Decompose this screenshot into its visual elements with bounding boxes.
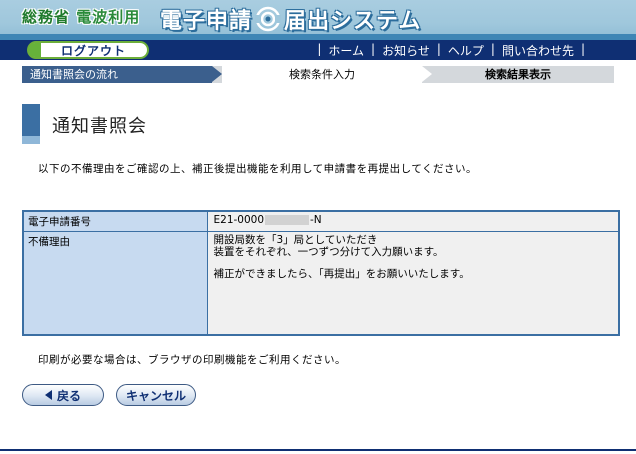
nav-links: | ホーム | お知らせ | ヘルプ | 問い合わせ先 | [310,42,592,59]
step-search-results: 検索結果表示 [485,68,551,81]
instruction-text: 以下の不備理由をご確認の上、補正後提出機能を利用して申請書を再提出してください。 [38,163,478,175]
application-number-value: E21-0000 -N [206,210,620,232]
table-row: 不備理由 開設局数を「3」局としていただき 装置をそれぞれ、一つずつ分けて入力願… [22,231,620,335]
page-title: 通知書照会 [52,116,147,137]
title-marker-accent [22,136,40,144]
deficiency-reason-label: 不備理由 [22,231,208,335]
title-marker-icon [22,104,40,136]
back-button-label: 戻る [56,388,81,403]
radio-use-label: 電波利用 [76,8,141,26]
reason-spacer [214,258,613,268]
application-number-suffix: -N [310,214,322,226]
ministry-name: 総務省 [22,8,71,26]
deficiency-reason-value: 開設局数を「3」局としていただき 装置をそれぞれ、一つずつ分けて入力願います。 … [206,231,620,335]
header-banner: 総務省 電波利用 電子申請 届出システム [0,0,636,40]
system-logo: 電子申請 届出システム [160,3,421,35]
cancel-button-label: キャンセル [125,388,186,403]
nav-separator: | [371,42,376,56]
ministry-logo: 総務省 電波利用 [22,6,140,27]
step-search-input: 検索条件入力 [222,66,422,83]
notice-detail-table: 電子申請番号 E21-0000 -N 不備理由 開設局数を「3」局としていただき … [22,210,620,336]
step-arrow [604,66,614,82]
progress-steps: 通知書照会の流れ 検索条件入力 検索結果表示 [22,66,620,83]
nav-separator: | [436,42,441,56]
reason-line: 装置をそれぞれ、一つずつ分けて入力願います。 [213,246,444,258]
nav-separator: | [317,42,322,56]
logout-button[interactable]: ログアウト [27,41,149,59]
logo-text-part2: 届出システム [284,9,422,34]
nav-link-home[interactable]: ホーム [328,42,364,59]
table-row: 電子申請番号 E21-0000 -N [22,210,620,232]
triangle-left-icon [44,390,52,400]
step-arrow [422,66,432,82]
step-flow-label: 通知書照会の流れ [22,66,212,83]
footer-rule [0,449,636,451]
step-arrow [212,66,222,82]
logout-marker-icon [29,43,41,57]
masked-number [265,215,310,225]
print-note: 印刷が必要な場合は、ブラウザの印刷機能をご利用ください。 [38,354,346,366]
cancel-button[interactable]: キャンセル [116,384,196,406]
back-button[interactable]: 戻る [22,384,104,406]
nav-link-help[interactable]: ヘルプ [448,42,484,59]
logout-label: ログアウト [61,43,127,58]
step-bar-end [614,66,620,83]
application-number-prefix: E21-0000 [213,214,265,226]
logo-text-part1: 電子申請 [160,9,253,34]
nav-link-contact[interactable]: 問い合わせ先 [502,42,574,59]
reason-line: 開設局数を「3」局としていただき [213,234,378,246]
top-navbar: ログアウト | ホーム | お知らせ | ヘルプ | 問い合わせ先 | [0,40,636,60]
application-number-label: 電子申請番号 [22,210,208,232]
nav-link-news[interactable]: お知らせ [382,42,430,59]
reason-line: 補正ができましたら、「再提出」をお願いいたします。 [213,268,470,280]
nav-separator: | [580,42,585,56]
nav-separator: | [490,42,495,56]
radio-wave-icon [255,6,282,32]
